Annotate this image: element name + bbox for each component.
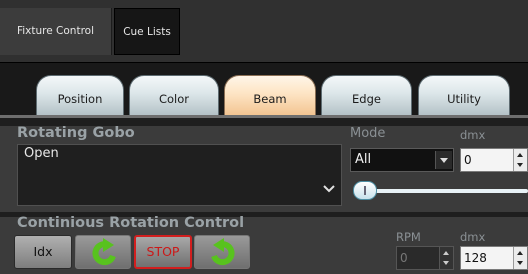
rotating-gobo-title: Rotating Gobo <box>17 125 135 141</box>
gobo-dmx-spinbox[interactable]: 0 <box>460 148 528 172</box>
spin-arrows-icon[interactable] <box>513 247 527 269</box>
rotate-ccw-icon <box>92 238 116 266</box>
rotation-dmx-value: 128 <box>464 251 487 265</box>
chevron-down-icon <box>323 185 335 193</box>
rpm-value: 0 <box>400 251 408 265</box>
stop-button[interactable]: STOP <box>134 235 192 269</box>
rotation-dmx-spinbox[interactable]: 128 <box>460 246 528 270</box>
mode-dropdown-arrow-icon <box>435 151 452 169</box>
rotation-panel: Continious Rotation Control RPM dmx Idx … <box>0 215 528 274</box>
tab-beam[interactable]: Beam <box>224 75 316 115</box>
rotating-gobo-panel: Rotating Gobo Mode dmx Open All 0 <box>0 125 528 212</box>
tab-position[interactable]: Position <box>36 75 124 115</box>
mode-value: All <box>355 152 372 167</box>
tab-edge[interactable]: Edge <box>321 75 412 115</box>
gobo-slider-track[interactable] <box>354 189 528 193</box>
mode-select[interactable]: All <box>350 148 454 172</box>
dmx-label: dmx <box>460 128 486 142</box>
rotate-cw-button[interactable] <box>194 235 250 269</box>
spin-arrows-icon[interactable] <box>513 149 527 171</box>
rotation-dmx-label: dmx <box>460 230 486 244</box>
tab-fixture-control[interactable]: Fixture Control <box>0 8 112 55</box>
tab-utility[interactable]: Utility <box>418 75 510 115</box>
tab-color[interactable]: Color <box>129 75 219 115</box>
gobo-dmx-value: 0 <box>464 153 472 167</box>
rotate-cw-icon <box>211 238 235 266</box>
tab-cue-lists[interactable]: Cue Lists <box>114 8 180 55</box>
idx-button[interactable]: Idx <box>14 235 72 269</box>
sub-tab-bar: Position Color Beam Edge Utility <box>0 63 528 118</box>
gobo-slider-handle[interactable] <box>353 181 377 200</box>
gobo-value: Open <box>24 146 59 161</box>
top-tab-bar: Fixture Control Cue Lists <box>0 0 528 63</box>
rotation-title: Continious Rotation Control <box>17 215 245 231</box>
rpm-spinbox[interactable]: 0 <box>396 246 454 270</box>
mode-label: Mode <box>350 126 386 141</box>
tab-divider <box>0 115 528 118</box>
rotate-ccw-button[interactable] <box>75 235 131 269</box>
rpm-label: RPM <box>396 230 421 244</box>
gobo-select[interactable]: Open <box>17 144 342 206</box>
spin-arrows-icon[interactable] <box>439 247 453 269</box>
